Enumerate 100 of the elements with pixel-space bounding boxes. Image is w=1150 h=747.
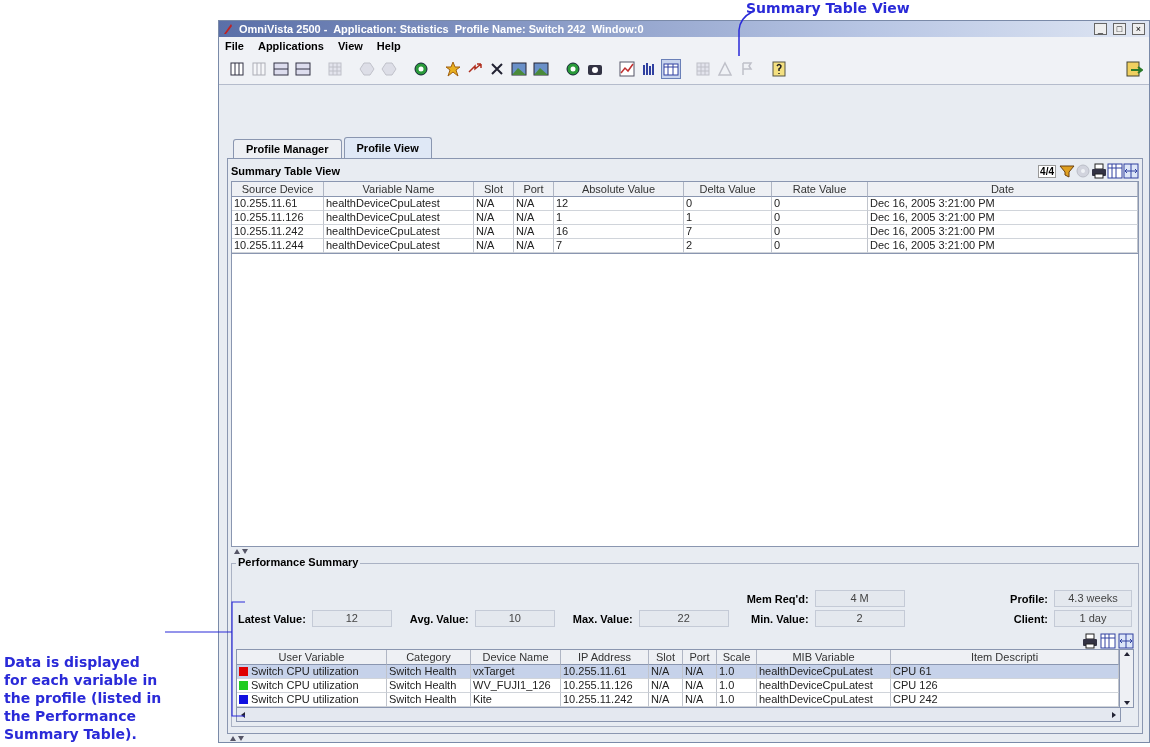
table-cell: WV_FUJI1_126 — [471, 679, 561, 693]
value-field: 4.3 weeks — [1054, 590, 1132, 607]
table-cell: CPU 61 — [891, 665, 1119, 679]
close-icon — [489, 61, 505, 77]
table-cell: 1.0 — [717, 693, 757, 707]
value-field: 10 — [474, 610, 555, 627]
table-cell: 0 — [772, 239, 868, 253]
column-header[interactable]: IP Address — [561, 650, 649, 665]
table-cell: N/A — [474, 211, 514, 225]
column-header[interactable]: Rate Value — [772, 182, 868, 197]
table-cell: N/A — [514, 239, 554, 253]
toolbar-button[interactable] — [509, 59, 529, 79]
table-cell: N/A — [649, 665, 683, 679]
column-header[interactable]: Absolute Value — [554, 182, 684, 197]
column-header[interactable]: Slot — [649, 650, 683, 665]
toolbar-button[interactable] — [411, 59, 431, 79]
field-label: Client: — [1013, 612, 1048, 625]
table-cell: CPU 242 — [891, 693, 1119, 707]
column-header[interactable]: Category — [387, 650, 471, 665]
table-cell: 0 — [772, 225, 868, 239]
table-cell: N/A — [649, 693, 683, 707]
annotation-note: Data is displayed for each variable in the profile (listed in the Performance Summary Table). — [3, 653, 163, 743]
rows-icon — [295, 61, 311, 77]
menu-item[interactable]: File — [225, 39, 244, 52]
value-field: 1 day — [1054, 610, 1132, 627]
window-control-button[interactable]: × — [1132, 23, 1145, 35]
table-cell[interactable]: Switch CPU utilization — [237, 679, 387, 693]
table-cell: 0 — [772, 211, 868, 225]
column-header[interactable]: Device Name — [471, 650, 561, 665]
table-cell: 10.255.11.61 — [561, 665, 649, 679]
line-chart-icon — [619, 61, 635, 77]
tab[interactable]: Profile View — [343, 137, 432, 158]
table-cell: 7 — [684, 225, 772, 239]
menu-item[interactable]: Help — [376, 39, 401, 52]
scroll-up-arrow-icon[interactable] — [1122, 650, 1131, 658]
column-header[interactable]: Port — [514, 182, 554, 197]
column-header[interactable]: Scale — [717, 650, 757, 665]
scroll-down-arrow-icon[interactable] — [1122, 699, 1131, 707]
columns-icon[interactable] — [1100, 633, 1116, 649]
printer-icon[interactable] — [1082, 633, 1098, 649]
column-header[interactable]: MIB Variable — [757, 650, 891, 665]
annotation-label: Summary Table View — [746, 0, 910, 16]
table-cell: 10.255.11.126 — [561, 679, 649, 693]
column-header[interactable]: Date — [868, 182, 1138, 197]
column-header[interactable]: Delta Value — [684, 182, 772, 197]
table-cell: healthDeviceCpuLatest — [324, 239, 474, 253]
window-control-button[interactable]: _ — [1094, 23, 1107, 35]
value-field: 22 — [638, 610, 729, 627]
help-icon — [771, 61, 787, 77]
table-cell: 10.255.11.244 — [232, 239, 324, 253]
column-header[interactable]: User Variable — [237, 650, 387, 665]
table-cell: N/A — [514, 197, 554, 211]
column-header[interactable]: Item Descripti — [891, 650, 1119, 665]
fit-columns-icon[interactable] — [1123, 163, 1139, 179]
table-cell: 7 — [554, 239, 684, 253]
table-cell: N/A — [474, 197, 514, 211]
exit-icon[interactable] — [1125, 60, 1143, 78]
column-header[interactable]: Port — [683, 650, 717, 665]
horizontal-scrollbar[interactable] — [236, 708, 1121, 722]
circle-icon — [413, 61, 429, 77]
table-cell[interactable]: Switch CPU utilization — [237, 665, 387, 679]
menu-item[interactable]: View — [337, 39, 363, 52]
tab[interactable]: Profile Manager — [233, 139, 342, 158]
table-cell: N/A — [514, 211, 554, 225]
field-label: Min. Value: — [751, 612, 809, 625]
table-cell: healthDeviceCpuLatest — [324, 225, 474, 239]
filter-icon[interactable] — [1059, 163, 1075, 179]
scroll-left-arrow-icon[interactable] — [239, 710, 247, 719]
column-header[interactable]: Source Device — [232, 182, 324, 197]
grid-icon — [695, 61, 711, 77]
table-cell: Dec 16, 2005 3:21:00 PM — [868, 239, 1138, 253]
field-label: Profile: — [1010, 592, 1048, 605]
table-cell: N/A — [474, 225, 514, 239]
window-control-button[interactable]: □ — [1113, 23, 1126, 35]
table-cell: N/A — [474, 239, 514, 253]
fit-columns-icon[interactable] — [1118, 633, 1134, 649]
toolbar-button[interactable] — [531, 59, 551, 79]
app-logo-icon — [223, 23, 233, 35]
table-cell[interactable]: Switch CPU utilization — [237, 693, 387, 707]
splitter-arrows-icon[interactable] — [229, 734, 245, 742]
variable-name: Switch CPU utilization — [251, 665, 359, 678]
group-title: Performance Summary — [236, 556, 361, 568]
columns-icon[interactable] — [1107, 163, 1123, 179]
table-cell: vxTarget — [471, 665, 561, 679]
column-header[interactable]: Slot — [474, 182, 514, 197]
splitter-arrows-icon[interactable] — [233, 547, 249, 555]
table-cell: 10.255.11.242 — [232, 225, 324, 239]
scroll-right-arrow-icon[interactable] — [1110, 710, 1118, 719]
row-count: 4/4 — [1038, 164, 1056, 178]
hexagon-icon — [381, 61, 397, 77]
printer-icon[interactable] — [1091, 163, 1107, 179]
menu-item[interactable]: Applications — [257, 39, 324, 52]
table-cell: healthDeviceCpuLatest — [324, 211, 474, 225]
field-label: Avg. Value: — [409, 612, 469, 625]
vertical-scrollbar[interactable] — [1120, 649, 1134, 708]
toolbar-button[interactable] — [769, 59, 789, 79]
grid-icon — [327, 61, 343, 77]
toolbar-button[interactable] — [563, 59, 583, 79]
column-header[interactable]: Variable Name — [324, 182, 474, 197]
table-cell: 2 — [684, 239, 772, 253]
